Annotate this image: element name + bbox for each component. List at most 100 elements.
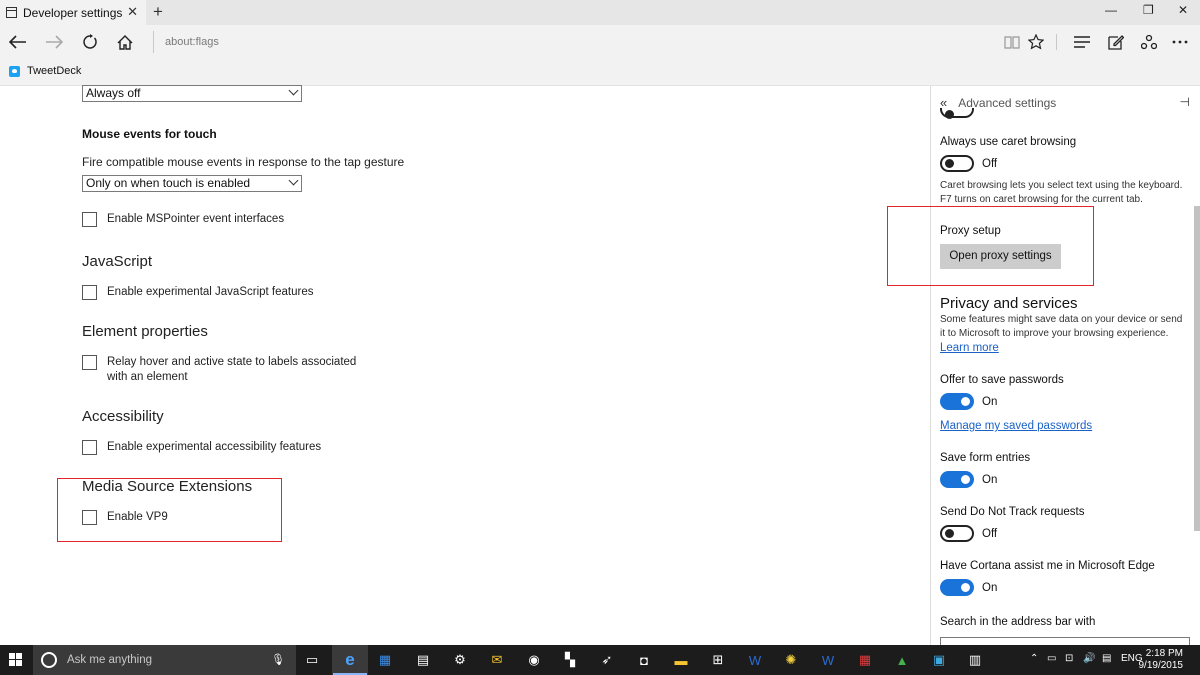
reading-view-button[interactable] (1000, 31, 1024, 53)
more-button[interactable] (1168, 31, 1192, 53)
mspointer-checkbox[interactable]: Enable MSPointer event interfaces (82, 212, 377, 227)
cortana-search-box[interactable]: Ask me anything 🎙 (33, 645, 296, 675)
chevron-down-icon (288, 85, 299, 96)
do-not-track-toggle[interactable] (940, 525, 974, 542)
caret-browsing-toggle[interactable] (940, 155, 974, 172)
remote-desktop-icon[interactable]: ▣ (929, 650, 949, 670)
address-bar[interactable]: about:flags (153, 31, 219, 53)
movie-clapper-icon[interactable]: ▚ (560, 650, 580, 670)
task-view-icon[interactable]: ▭ (302, 650, 322, 670)
lightbulb-icon[interactable]: ✺ (781, 650, 801, 670)
close-window-button[interactable]: ✕ (1178, 3, 1188, 17)
toolbar-divider (1056, 34, 1057, 50)
forward-button[interactable] (42, 31, 66, 53)
mouse-events-description: Fire compatible mouse events in response… (82, 155, 405, 169)
checkbox-box[interactable] (82, 510, 97, 525)
top-flag-select[interactable]: Always off (82, 85, 302, 102)
favorite-label: TweetDeck (27, 65, 82, 77)
mail-icon[interactable]: ✉ (487, 650, 507, 670)
webcam-icon[interactable]: ◉ (524, 650, 544, 670)
form-entries-label: Save form entries (940, 452, 1031, 464)
windows-logo-icon (9, 653, 15, 659)
calculator-icon[interactable]: ▤ (413, 650, 433, 670)
flags-page: Always off Mouse events for touch Fire c… (0, 85, 930, 645)
open-proxy-settings-button[interactable]: Open proxy settings (940, 244, 1061, 269)
mouse-events-select[interactable]: Only on when touch is enabled (82, 175, 302, 192)
form-entries-toggle[interactable] (940, 471, 974, 488)
accessibility-heading: Accessibility (82, 408, 164, 425)
experimental-accessibility-checkbox[interactable]: Enable experimental accessibility featur… (82, 440, 377, 455)
enable-vp9-checkbox[interactable]: Enable VP9 (82, 510, 377, 525)
checkbox-box[interactable] (82, 212, 97, 227)
message-icon[interactable]: ▤ (1102, 653, 1111, 664)
hub-icon (1074, 36, 1090, 48)
checkbox-box[interactable] (82, 285, 97, 300)
manage-passwords-link[interactable]: Manage my saved passwords (940, 420, 1092, 432)
save-passwords-toggle[interactable] (940, 393, 974, 410)
word-icon[interactable]: W (745, 650, 765, 670)
new-tab-button[interactable]: + (153, 2, 163, 22)
tray-network-icon[interactable]: ⊡ (1065, 653, 1073, 664)
web-note-button[interactable] (1104, 31, 1128, 53)
checkbox-box[interactable] (82, 355, 97, 370)
maximize-button[interactable]: ❐ (1143, 3, 1154, 17)
checkbox-box[interactable] (82, 440, 97, 455)
experimental-js-checkbox[interactable]: Enable experimental JavaScript features (82, 285, 377, 300)
microphone-icon[interactable]: 🎙 (271, 653, 285, 666)
start-button[interactable] (9, 653, 23, 667)
save-passwords-label: Offer to save passwords (940, 374, 1064, 386)
caret-browsing-description: Caret browsing lets you select text usin… (940, 180, 1183, 205)
tab-developer-settings[interactable]: Developer settings ✕ (0, 0, 146, 25)
calendar-icon[interactable]: ▦ (855, 650, 875, 670)
volume-icon[interactable]: 🔊 (1083, 653, 1095, 664)
minimize-button[interactable]: — (1105, 3, 1117, 17)
system-clock[interactable]: 2:18 PM 9/19/2015 (1139, 648, 1184, 672)
checkbox-label: Enable experimental accessibility featur… (107, 441, 322, 453)
refresh-button[interactable] (78, 31, 102, 53)
tab-close-icon[interactable]: ✕ (127, 4, 138, 20)
cortana-icon (41, 652, 57, 668)
page-icon (6, 7, 17, 18)
tray-expand-icon[interactable]: ⌃ (1030, 653, 1038, 664)
learn-more-link[interactable]: Learn more (940, 342, 999, 354)
relay-hover-checkbox[interactable]: Relay hover and active state to labels a… (82, 355, 377, 385)
home-button[interactable] (113, 31, 137, 53)
settings-gear-icon[interactable]: ⚙ (450, 650, 470, 670)
search-placeholder: Ask me anything (67, 654, 153, 666)
javascript-heading: JavaScript (82, 253, 153, 270)
search-engine-label: Search in the address bar with (940, 616, 1096, 628)
partial-toggle[interactable] (940, 108, 974, 119)
share-icon (1141, 34, 1157, 50)
folder-icon[interactable]: ▬ (671, 650, 691, 670)
star-icon (1028, 34, 1044, 50)
pane-scrollbar[interactable] (1194, 206, 1200, 531)
windows-logo-pane (16, 653, 22, 659)
file-explorer-icon[interactable]: ▦ (375, 650, 395, 670)
network-drive-icon[interactable]: ▥ (965, 650, 985, 670)
save-passwords-state: On (982, 396, 998, 408)
back-button[interactable] (6, 31, 30, 53)
chevron-down-icon (288, 175, 299, 186)
pin-icon[interactable]: ⊣ (1180, 95, 1190, 109)
tab-bar: Developer settings ✕ + — ❐ ✕ (0, 0, 1200, 25)
caret-browsing-state: Off (982, 158, 998, 170)
favorite-button[interactable] (1024, 31, 1048, 53)
edge-icon[interactable]: e (340, 650, 360, 670)
hub-button[interactable] (1070, 31, 1094, 53)
checkbox-label: Enable VP9 (107, 511, 168, 523)
form-entries-state: On (982, 474, 998, 486)
windows-logo-pane (16, 660, 22, 666)
cortana-toggle[interactable] (940, 579, 974, 596)
camera-icon[interactable]: ◘ (634, 650, 654, 670)
tab-title: Developer settings (23, 5, 123, 20)
tray-app-icon[interactable]: ▭ (1047, 653, 1056, 664)
search-engine-select[interactable] (940, 637, 1190, 645)
word-doc-icon[interactable]: W (818, 650, 838, 670)
share-button[interactable] (1137, 31, 1161, 53)
favorite-tweetdeck[interactable]: TweetDeck (9, 65, 81, 77)
do-not-track-state: Off (982, 528, 998, 540)
select-value: Only on when touch is enabled (86, 176, 251, 190)
photos-icon[interactable]: ▲ (892, 650, 912, 670)
rocket-icon[interactable]: ➶ (597, 650, 617, 670)
puzzle-icon[interactable]: ⊞ (708, 650, 728, 670)
